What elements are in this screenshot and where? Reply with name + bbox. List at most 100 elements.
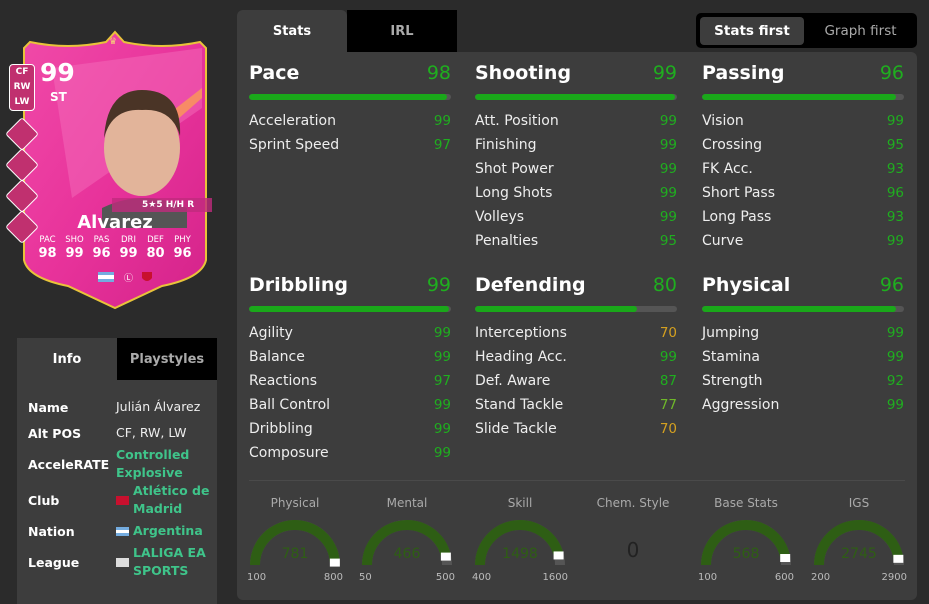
info-value[interactable]: Atlético de Madrid (116, 482, 217, 518)
gauge-min: 100 (247, 572, 267, 583)
stat-value: 77 (659, 397, 677, 413)
info-value-text: Controlled Explosive (116, 447, 190, 480)
card-stat-value: 98 (38, 246, 57, 261)
card-stat: PAC 98 (34, 235, 61, 261)
club-crest-icon (116, 495, 129, 505)
stat-value: 92 (886, 373, 904, 389)
stat-row: Agility 99 (249, 321, 451, 345)
stat-value: 99 (659, 137, 677, 153)
card-stat-value: 96 (173, 246, 192, 261)
info-key: League (28, 554, 80, 570)
alt-position: CF (15, 67, 29, 77)
stat-name: Heading Acc. (475, 349, 567, 365)
gauge-max: 800 (323, 572, 343, 583)
card-stat: DRI 99 (115, 235, 142, 261)
info-value[interactable]: LALIGA EA SPORTS (116, 544, 217, 580)
gauge-max: 500 (435, 572, 455, 583)
card-stat: SHO 99 (61, 235, 88, 261)
stat-value: 99 (433, 113, 451, 129)
category-bar (475, 306, 677, 312)
card-stat-label: PAC (39, 235, 56, 245)
stat-row: Curve 99 (702, 229, 904, 253)
player-card: ♛ Ⓛ 99 ST CF RW LW 5★5 H/H R Alvarez PAC… (5, 28, 218, 310)
tab-info[interactable]: Info (17, 338, 117, 380)
stat-value: 96 (886, 185, 904, 201)
stat-name: Def. Aware (475, 373, 551, 389)
card-stat-value: 96 (92, 246, 111, 261)
category-header: Pace 98 (249, 62, 451, 88)
category-bar-fill (475, 306, 637, 312)
info-row-name: Name Julián Álvarez (17, 394, 217, 420)
info-value-text: Argentina (133, 523, 203, 538)
category-bar-fill (702, 94, 896, 100)
stats-tabs: Stats IRL (237, 10, 457, 52)
stat-name: Acceleration (249, 113, 336, 129)
info-key: AcceleRATE (28, 456, 110, 472)
stat-name: Stamina (702, 349, 760, 365)
graph-first-button[interactable]: Graph first (808, 17, 913, 45)
info-row-alt-pos: Alt POS CF, RW, LW (17, 420, 217, 446)
stat-row: Aggression 99 (702, 393, 904, 417)
tab-irl[interactable]: IRL (347, 10, 457, 52)
stat-name: Aggression (702, 397, 780, 413)
stat-row: Att. Position 99 (475, 109, 677, 133)
gauge-label: Chem. Style (596, 496, 670, 510)
stat-value: 95 (659, 233, 677, 249)
alt-position: LW (14, 97, 30, 107)
stat-row: Vision 99 (702, 109, 904, 133)
gauge-igs: IGS 2745 200 2900 (809, 496, 909, 583)
stat-row: Long Pass 93 (702, 205, 904, 229)
gauge-max: 600 (774, 572, 794, 583)
info-value[interactable]: Argentina (116, 522, 217, 540)
stat-value: 99 (886, 113, 904, 129)
stat-value: 93 (886, 161, 904, 177)
gauge-min: 50 (359, 572, 372, 583)
info-row-nation: Nation Argentina (17, 518, 217, 544)
stat-row: Dribbling 99 (249, 417, 451, 441)
stat-name: Stand Tackle (475, 397, 564, 413)
view-order-toggle: Stats first Graph first (696, 13, 917, 48)
stat-name: Jumping (702, 325, 760, 341)
stat-row: Heading Acc. 99 (475, 345, 677, 369)
card-stat: PHY 96 (169, 235, 196, 261)
stat-value: 99 (886, 233, 904, 249)
gauge-value: 568 (732, 546, 760, 562)
stat-row: Penalties 95 (475, 229, 677, 253)
info-key: Club (28, 492, 60, 508)
stat-row: Reactions 97 (249, 369, 451, 393)
gauge-label: Physical (270, 496, 320, 510)
info-value-text: CF, RW, LW (116, 425, 187, 440)
stat-name: Finishing (475, 137, 537, 153)
category-value: 80 (652, 274, 677, 296)
tab-playstyles[interactable]: Playstyles (117, 338, 217, 380)
stat-row: Shot Power 99 (475, 157, 677, 181)
stat-category-passing: Passing 96 Vision 99 Crossing 95 FK Acc. 93 Shor… (702, 62, 904, 253)
stat-category-pace: Pace 98 Acceleration 99 Sprint Speed 97 (249, 62, 451, 157)
stat-row: Jumping 99 (702, 321, 904, 345)
card-stat: DEF 80 (142, 235, 169, 261)
stat-category-dribbling: Dribbling 99 Agility 99 Balance 99 Reactions 97… (249, 274, 451, 465)
stat-name: Interceptions (475, 325, 567, 341)
card-stat-value: 80 (146, 246, 165, 261)
stat-category-physical: Physical 96 Jumping 99 Stamina 99 Strength 92 Ag… (702, 274, 904, 417)
gauge-min: 100 (698, 572, 718, 583)
stat-name: Curve (702, 233, 744, 249)
tab-stats[interactable]: Stats (237, 10, 347, 52)
gauge-skill: Skill 1498 400 1600 (470, 496, 570, 583)
gauge-value: 2745 (841, 546, 877, 562)
category-name: Physical (702, 274, 791, 296)
stat-value: 99 (433, 421, 451, 437)
stat-value: 70 (659, 325, 677, 341)
card-stat-value: 99 (119, 246, 138, 261)
stat-name: Short Pass (702, 185, 776, 201)
stats-first-button[interactable]: Stats first (700, 16, 804, 45)
category-header: Dribbling 99 (249, 274, 451, 300)
alt-positions-badge: CF RW LW (9, 64, 35, 111)
card-stat-label: DEF (147, 235, 164, 245)
info-value: Julián Álvarez (116, 398, 217, 416)
category-bar-fill (702, 306, 896, 312)
category-name: Dribbling (249, 274, 349, 296)
card-stat-label: PHY (174, 235, 191, 245)
stat-value: 99 (886, 397, 904, 413)
stat-value: 99 (886, 325, 904, 341)
